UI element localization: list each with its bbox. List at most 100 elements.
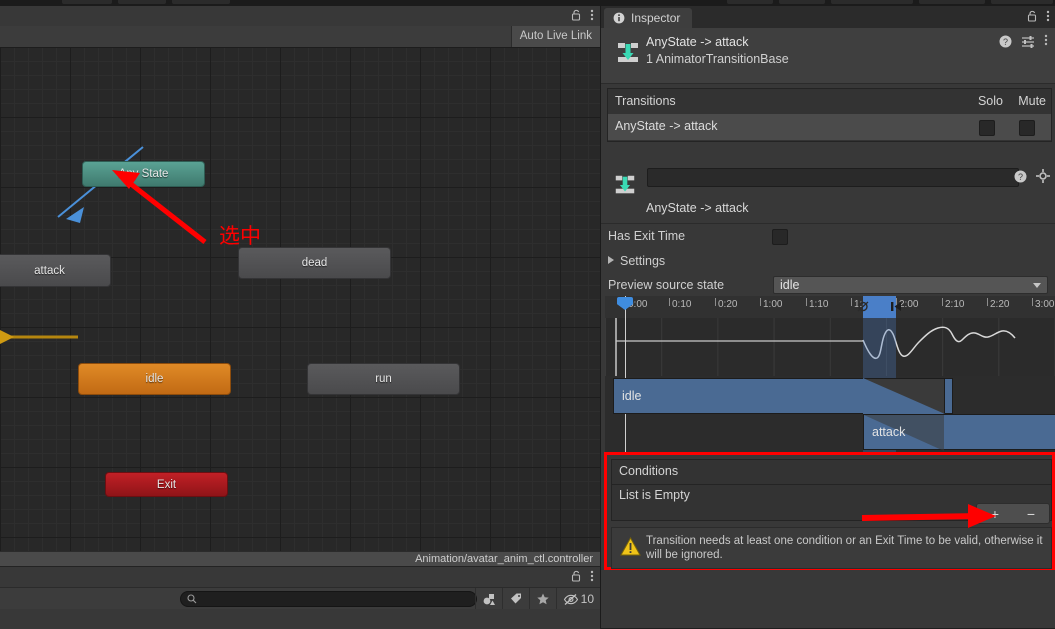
transitions-title: Transitions [615,94,676,108]
preview-source-label: Preview source state [608,278,725,292]
timeline-curve-area [605,318,1055,376]
add-condition-button[interactable]: + [977,504,1013,523]
state-node-run[interactable]: run [307,363,460,395]
transition-start-handle-icon[interactable] [857,300,869,316]
transitions-list-header: Transitions Solo Mute [608,89,1051,115]
state-node-label: idle [145,373,164,385]
timeline-tick: 0:20 [718,299,738,310]
animator-transition-icon [615,40,641,69]
animator-tabbar [0,6,600,26]
state-node-idle[interactable]: idle [78,363,231,395]
conditions-section-highlight: Conditions List is Empty + − Transition … [604,452,1055,570]
inspector-tabbar: Inspector [601,6,1055,28]
timeline-tick: 2:20 [990,299,1010,310]
has-exit-time-label: Has Exit Time [608,229,686,243]
search-input[interactable] [180,591,477,607]
object-field[interactable] [647,168,1019,187]
gear-icon[interactable] [1036,169,1050,183]
auto-live-link-button[interactable]: Auto Live Link [510,26,600,47]
animator-transition-icon [613,173,637,200]
timeline-tick: 0:10 [672,299,692,310]
help-icon[interactable]: ? [1014,170,1027,183]
transitions-list: Transitions Solo Mute AnyState -> attack [607,88,1052,142]
state-node-label: dead [301,257,328,269]
preview-source-dropdown[interactable]: idle [773,276,1048,294]
kebab-menu-icon[interactable] [1046,10,1050,25]
solo-checkbox[interactable] [979,120,995,136]
transition-name-label: AnyState -> attack [646,201,749,215]
remove-condition-button[interactable]: − [1013,504,1049,523]
hidden-assets-indicator[interactable]: 10 [555,588,600,610]
chevron-right-icon [608,256,614,264]
filter-by-type-icon[interactable] [474,588,502,610]
conditions-header: Conditions [612,460,1051,485]
search-field[interactable] [201,592,465,606]
eye-slash-icon [563,593,579,606]
state-node-exit[interactable]: Exit [105,472,228,497]
mute-column-label: Mute [1018,94,1046,108]
graph-grid-coarse [0,47,600,551]
timeline-tick: 1:00 [763,299,783,310]
conditions-title: Conditions [619,464,679,478]
info-icon [613,12,625,24]
transition-end-handle-icon[interactable] [890,300,902,316]
preset-slider-icon[interactable] [1021,35,1035,48]
favorite-star-icon[interactable] [528,588,556,610]
mute-checkbox[interactable] [1019,120,1035,136]
transition-object-row: ? AnyState -> attack [601,161,1055,224]
timeline-playhead-line [625,296,626,452]
inspector-subtitle: 1 AnimatorTransitionBase [646,52,789,66]
state-node-dead[interactable]: dead [238,247,391,279]
project-content-area[interactable] [0,609,600,629]
animator-footer: Animation/avatar_anim_ctl.controller [0,551,600,567]
motion-preview-curve [615,318,1016,376]
idle-blend-triangle [863,378,945,414]
project-tabbar [0,567,600,587]
transition-row-label: AnyState -> attack [615,119,718,133]
timeline-tick: 3:00 [1035,299,1055,310]
settings-label: Settings [620,254,666,268]
controller-path-label: Animation/avatar_anim_ctl.controller [415,553,593,565]
transition-preview-timeline[interactable]: 0:00 0:10 0:20 1:00 1:10 1:80 2:00 2:10 … [605,296,1055,452]
state-node-attack[interactable]: attack [0,254,111,287]
chevron-down-icon [1033,283,1041,288]
animator-toolbar: Auto Live Link [0,26,600,48]
preview-source-state-row: Preview source state idle [601,274,1055,297]
project-toolbar: 10 [0,587,600,611]
preview-source-value: idle [780,278,800,292]
timeline-ruler[interactable]: 0:00 0:10 0:20 1:00 1:10 1:80 2:00 2:10 … [605,296,1055,319]
inspector-title: AnyState -> attack [646,35,749,49]
animator-window: Auto Live Link Any State attack dead idl… [0,6,600,567]
lock-icon[interactable] [1027,10,1038,25]
state-node-label: run [375,373,392,385]
animator-state-graph[interactable]: Any State attack dead idle run Exit 选中 [0,47,600,551]
kebab-menu-icon[interactable] [1044,34,1048,49]
state-node-label: attack [34,264,65,277]
state-node-label: Any State [118,168,169,180]
timeline-bar-attack[interactable]: attack [863,414,1055,451]
transition-warning-box: Transition needs at least one condition … [611,527,1052,569]
label-tag-icon[interactable] [501,588,529,610]
inspector-header: AnyState -> attack 1 AnimatorTransitionB… [601,28,1055,84]
help-icon[interactable]: ? [999,35,1012,48]
has-exit-time-checkbox[interactable] [772,229,788,245]
lock-icon[interactable] [571,570,582,585]
transition-row[interactable]: AnyState -> attack [608,114,1051,140]
tab-inspector[interactable]: Inspector [604,8,693,28]
svg-text:?: ? [1018,172,1023,182]
solo-column-label: Solo [977,94,1003,108]
search-icon [187,594,197,604]
transition-warning-text: Transition needs at least one condition … [646,535,1043,561]
warning-triangle-icon [620,536,641,559]
kebab-menu-icon[interactable] [590,9,594,24]
state-node-any-state[interactable]: Any State [82,161,205,187]
lock-icon[interactable] [571,9,582,24]
timeline-tick: 1:10 [809,299,829,310]
conditions-add-remove-buttons: + − [976,503,1050,524]
has-exit-time-row: Has Exit Time [601,225,1055,248]
kebab-menu-icon[interactable] [590,570,594,585]
tab-label: Inspector [631,11,681,25]
conditions-empty-label: List is Empty [619,488,690,502]
settings-foldout[interactable]: Settings [601,250,1055,273]
timeline-bar-label: idle [622,389,642,403]
